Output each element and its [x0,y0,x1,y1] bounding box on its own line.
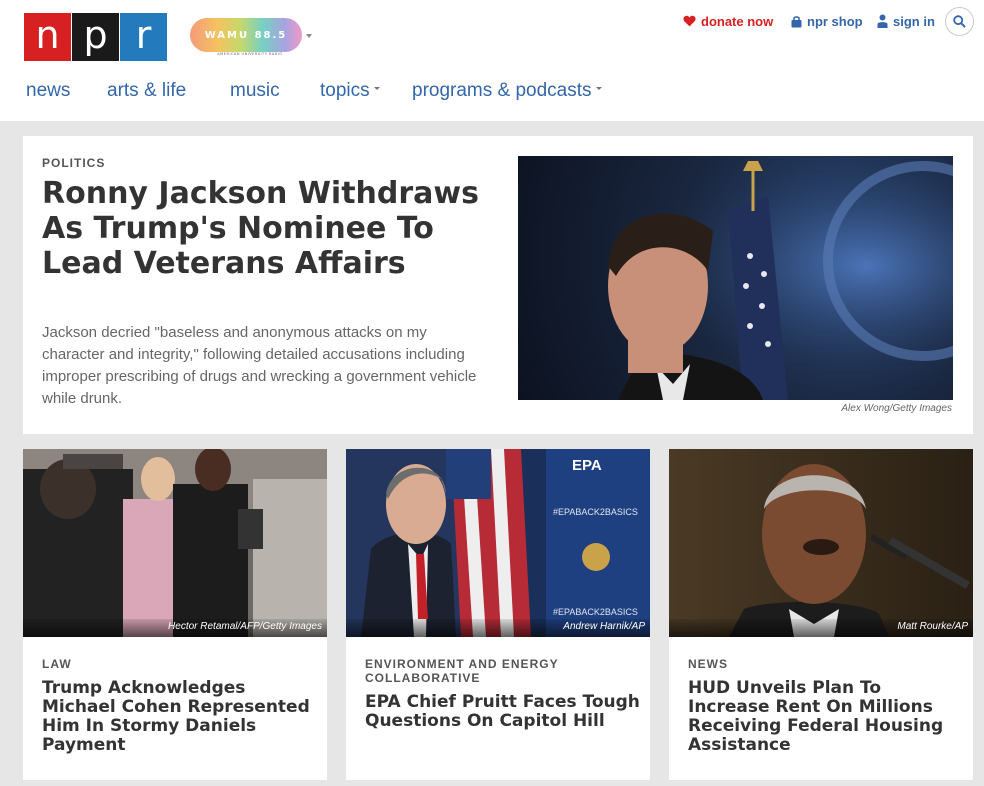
featured-photo-illustration [518,156,953,400]
story-image-credit: Andrew Harnik/AP [563,621,645,632]
story-photo-illustration [23,449,327,637]
story-image[interactable]: EPA #EPABACK2BASICS #EPABACK2BASICS Andr… [346,449,650,637]
station-chevron-down-icon[interactable] [306,34,312,38]
story-card: Hector Retamal/AFP/Getty Images LAW Trum… [23,449,327,780]
npr-logo[interactable]: n p r [24,13,167,61]
featured-title[interactable]: Ronny Jackson Withdraws As Trump's Nomin… [42,176,482,281]
story-slug[interactable]: LAW [42,657,312,671]
user-icon [877,14,888,28]
story-slug[interactable]: NEWS [688,657,958,671]
story-photo-illustration [669,449,973,637]
story-image[interactable]: Hector Retamal/AFP/Getty Images [23,449,327,637]
image-credit-bar: Hector Retamal/AFP/Getty Images [23,619,327,637]
signin-link[interactable]: sign in [877,13,935,29]
image-text-epa: EPA [572,457,602,474]
story-title[interactable]: Trump Acknowledges Michael Cohen Represe… [42,679,317,755]
shop-label: npr shop [807,13,863,29]
chevron-down-icon [595,87,602,91]
search-icon [953,15,966,28]
station-subtitle: AMERICAN UNIVERSITY RADIO [217,52,283,56]
lock-bag-icon [791,15,802,27]
story-image-credit: Hector Retamal/AFP/Getty Images [168,621,322,632]
station-logo[interactable]: WAMU 88.5 AMERICAN UNIVERSITY RADIO [190,18,305,58]
featured-teaser[interactable]: Jackson decried "baseless and anonymous … [42,322,482,410]
station-name: WAMU 88.5 [204,29,288,41]
nav-news[interactable]: news [26,80,70,102]
image-text-hashtag: #EPABACK2BASICS [553,507,638,517]
nav-topics[interactable]: topics [320,80,380,102]
story-title[interactable]: HUD Unveils Plan To Increase Rent On Mil… [688,679,963,755]
image-credit-bar: Andrew Harnik/AP [346,619,650,637]
featured-image[interactable] [518,156,953,400]
image-credit-bar: Matt Rourke/AP [669,619,973,637]
featured-story: POLITICS Ronny Jackson Withdraws As Trum… [23,136,973,434]
nav-programs-label: programs & podcasts [412,80,592,101]
donate-label: donate now [701,13,774,29]
logo-letter-n: n [24,13,71,61]
nav-programs-podcasts[interactable]: programs & podcasts [412,80,602,102]
featured-image-credit: Alex Wong/Getty Images [841,403,952,414]
search-button[interactable] [945,7,974,36]
story-slug[interactable]: ENVIRONMENT AND ENERGY COLLABORATIVE [365,657,635,685]
logo-letter-p: p [72,13,119,61]
station-badge: WAMU 88.5 [190,18,302,52]
nav-topics-label: topics [320,80,370,101]
story-card: EPA #EPABACK2BASICS #EPABACK2BASICS Andr… [346,449,650,780]
story-image-credit: Matt Rourke/AP [897,621,968,632]
story-image[interactable]: Matt Rourke/AP [669,449,973,637]
featured-slug[interactable]: POLITICS [42,156,105,170]
story-title[interactable]: EPA Chief Pruitt Faces Tough Questions O… [365,693,640,731]
shop-link[interactable]: npr shop [791,13,863,29]
signin-label: sign in [893,13,935,29]
story-card: Matt Rourke/AP NEWS HUD Unveils Plan To … [669,449,973,780]
heart-icon [683,15,696,27]
chevron-down-icon [373,87,380,91]
image-text-hashtag-lower: #EPABACK2BASICS [553,607,638,617]
nav-music[interactable]: music [230,80,280,102]
logo-letter-r: r [120,13,167,61]
nav-arts-life[interactable]: arts & life [107,80,186,102]
site-header: n p r WAMU 88.5 AMERICAN UNIVERSITY RADI… [0,0,984,121]
donate-link[interactable]: donate now [683,13,773,29]
